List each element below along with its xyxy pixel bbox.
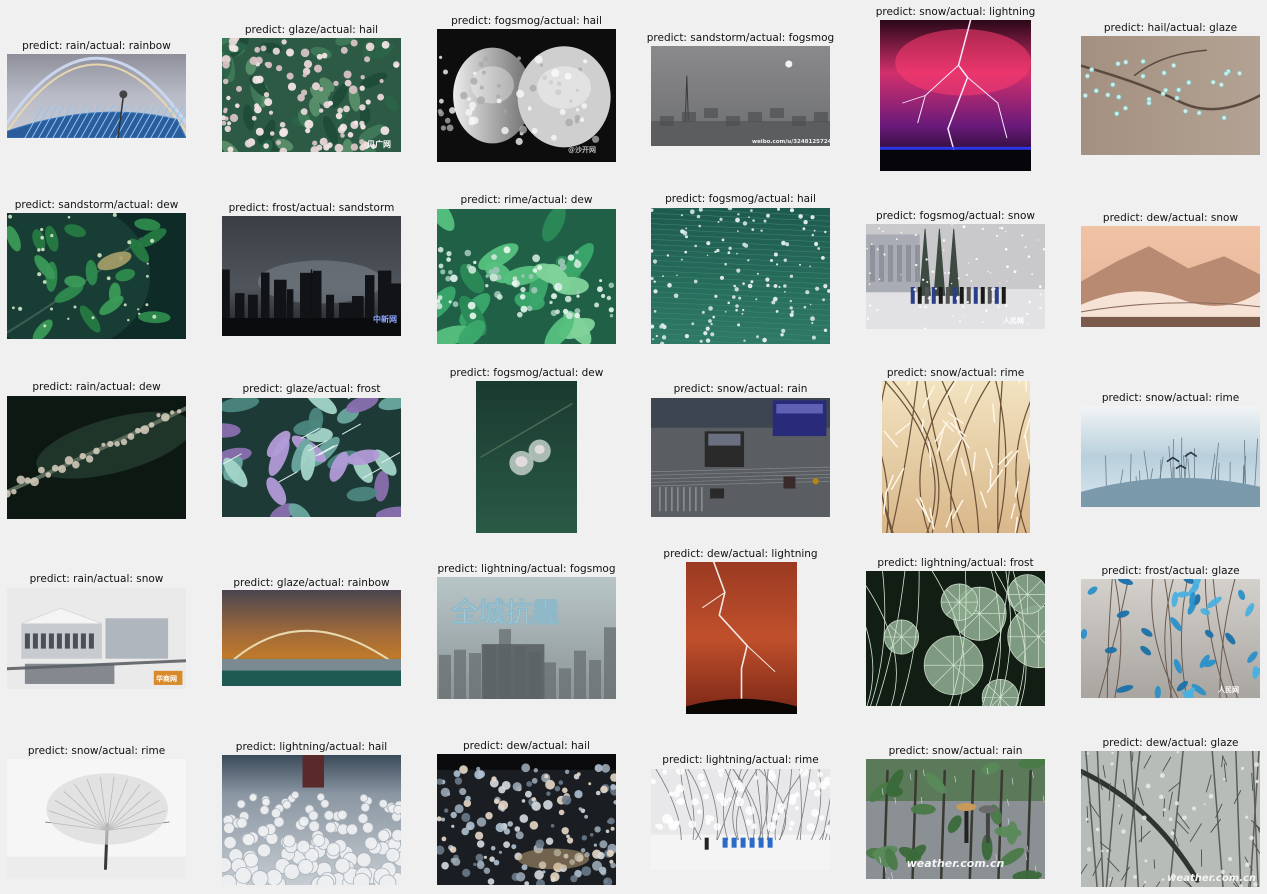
weather-photo <box>651 769 830 870</box>
weather-photo <box>882 381 1030 533</box>
weather-photo <box>7 213 186 339</box>
svg-text:weather.com.cn: weather.com.cn <box>1167 873 1256 884</box>
panel-title: predict: fogsmog/actual: hail <box>665 193 816 205</box>
panel-title: predict: lightning/actual: fogsmog <box>437 563 616 575</box>
weather-photo: 人民网 <box>1081 579 1260 698</box>
weather-photo <box>866 571 1045 706</box>
panel-title: predict: glaze/actual: rainbow <box>233 577 390 589</box>
panel-title: predict: snow/actual: rime <box>1101 392 1240 404</box>
weather-photo: weibo.com/u/3248125724 <box>651 46 830 146</box>
svg-text:weather.com.cn: weather.com.cn <box>907 857 1005 870</box>
weather-photo <box>651 208 830 344</box>
weather-photo <box>476 381 577 533</box>
weather-photo: weather.com.cn <box>866 759 1045 879</box>
weather-photo <box>437 754 616 885</box>
weather-photo: 贝广网 <box>222 38 401 152</box>
weather-photo <box>222 755 401 885</box>
weather-photo <box>7 759 186 878</box>
weather-photo <box>437 209 616 344</box>
panel-title: predict: fogsmog/actual: dew <box>449 367 604 379</box>
svg-text:贝广网: 贝广网 <box>367 139 391 149</box>
panel-title: predict: hail/actual: glaze <box>1103 22 1238 34</box>
weather-photo <box>686 562 797 714</box>
weather-photo <box>1081 406 1260 507</box>
weather-photo: weather.com.cn <box>1081 751 1260 887</box>
svg-text:全城抗霾: 全城抗霾 <box>450 597 559 629</box>
svg-text:weibo.com/u/3248125724: weibo.com/u/3248125724 <box>752 139 830 145</box>
weather-photo: 人民网 <box>866 224 1045 329</box>
weather-photo <box>222 590 401 686</box>
weather-photo: 中新网 <box>222 216 401 336</box>
weather-photo <box>7 54 186 138</box>
weather-photo: 全城抗霾 <box>437 577 616 699</box>
weather-photo: 华商网 <box>7 588 186 689</box>
panel-title: predict: snow/actual: rime <box>886 367 1025 379</box>
weather-photo <box>1081 226 1260 327</box>
panel-title: predict: snow/actual: rain <box>673 383 808 395</box>
panel-title: predict: snow/actual: lightning <box>875 6 1036 18</box>
panel-title: predict: dew/actual: glaze <box>1102 737 1239 749</box>
panel-title: predict: dew/actual: snow <box>1102 212 1239 224</box>
prediction-grid: predict: rain/actual: rainbow predict: gl… <box>0 0 1267 894</box>
panel-title: predict: frost/actual: glaze <box>1101 565 1240 577</box>
svg-text:中新网: 中新网 <box>373 314 397 324</box>
panel-title: predict: fogsmog/actual: hail <box>451 15 602 27</box>
panel-title: predict: dew/actual: hail <box>463 740 590 752</box>
weather-photo: @沙开网 <box>437 29 616 162</box>
weather-photo <box>1081 36 1260 155</box>
svg-text:@沙开网: @沙开网 <box>568 146 596 154</box>
svg-text:华商网: 华商网 <box>156 674 177 683</box>
panel-title: predict: rain/actual: rainbow <box>22 40 171 52</box>
svg-text:人民网: 人民网 <box>1003 316 1024 325</box>
panel-title: predict: glaze/actual: frost <box>242 383 381 395</box>
svg-text:人民网: 人民网 <box>1218 685 1239 694</box>
weather-photo <box>880 20 1031 171</box>
weather-photo <box>651 398 830 517</box>
weather-photo <box>222 398 401 517</box>
panel-title: predict: sandstorm/actual: fogsmog <box>646 32 835 44</box>
weather-photo <box>7 396 186 519</box>
